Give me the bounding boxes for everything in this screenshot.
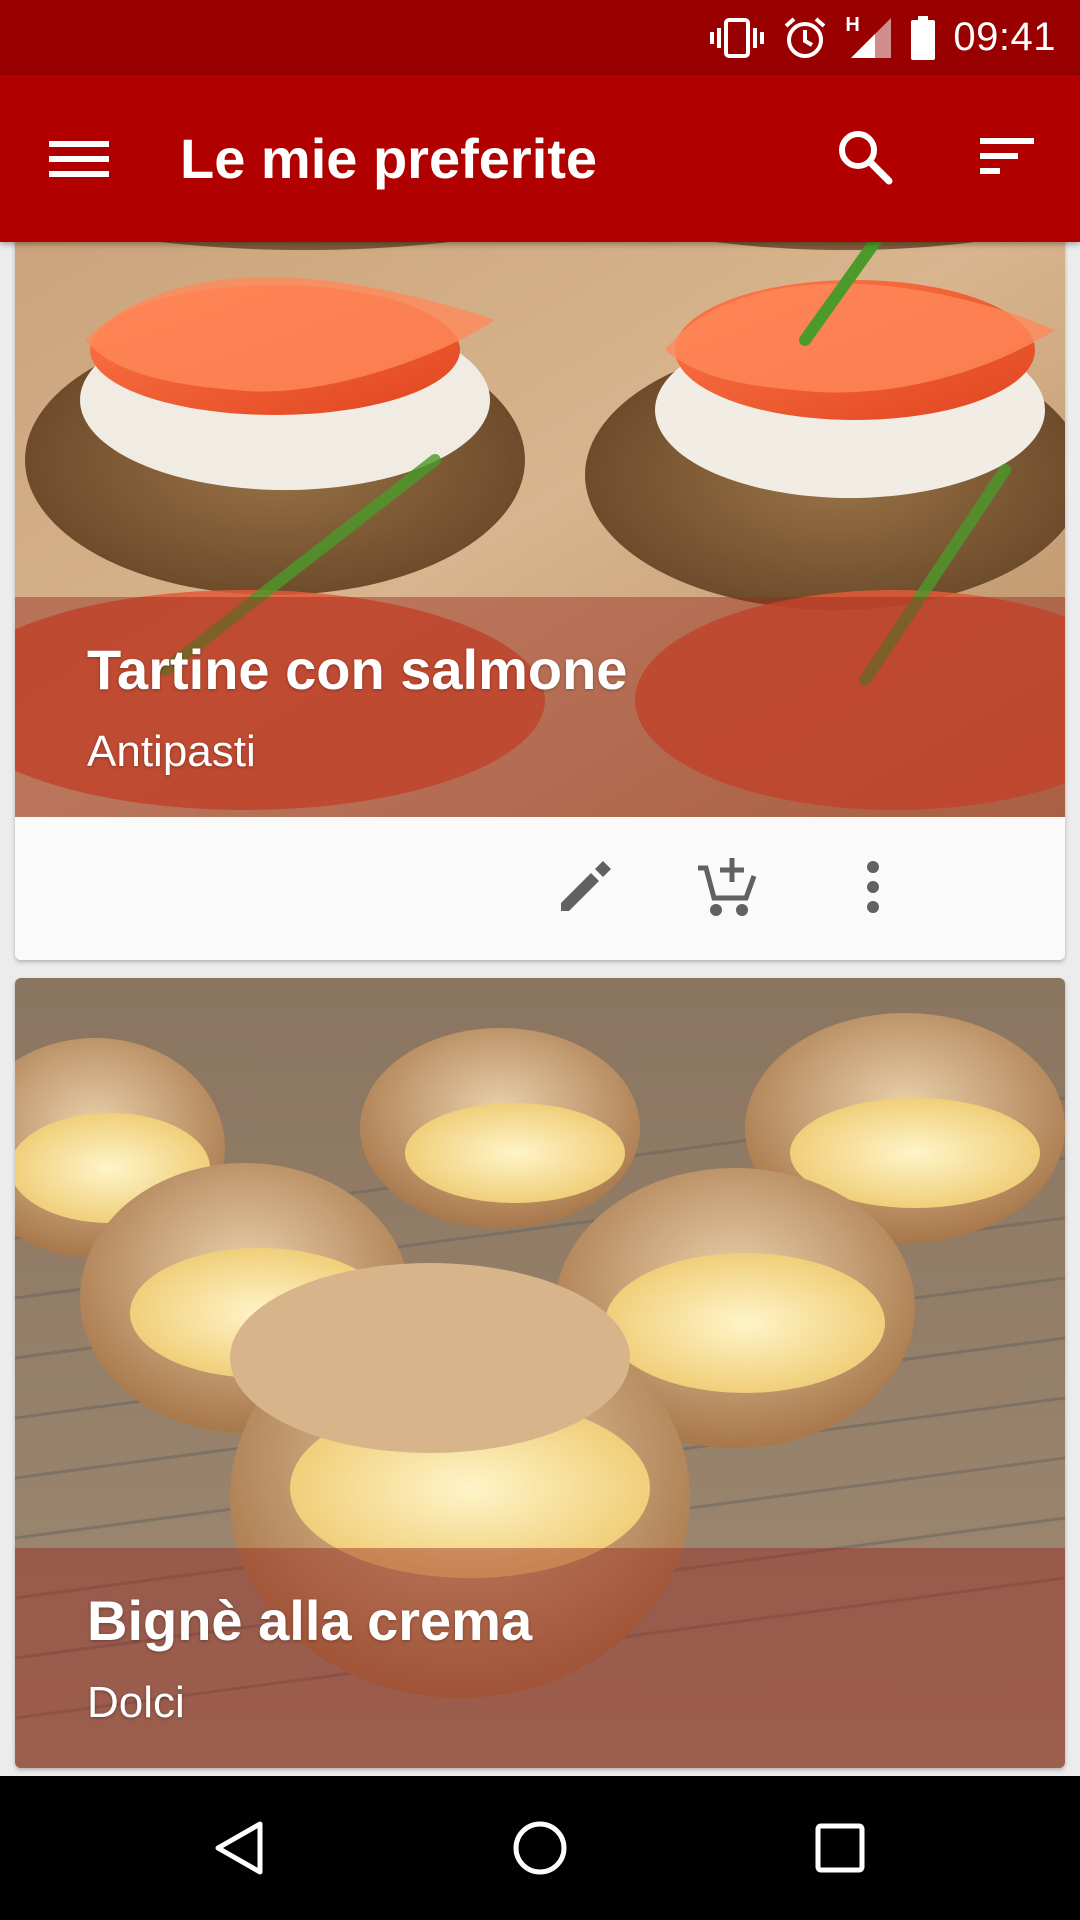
page-title: Le mie preferite — [180, 127, 598, 190]
recipe-caption: Bignè alla crema Dolci — [15, 1548, 1065, 1768]
card-actions — [15, 817, 1065, 960]
edit-button[interactable] — [545, 847, 625, 927]
sort-icon — [980, 138, 1034, 174]
recipe-photo-cream-puffs[interactable]: Bignè alla crema Dolci — [15, 978, 1065, 1768]
recents-icon — [815, 1823, 865, 1873]
recipe-category: Dolci — [87, 1678, 185, 1727]
edit-icon — [561, 861, 611, 911]
menu-icon — [49, 141, 109, 177]
status-icons: H 09:41 — [709, 0, 1056, 75]
recents-button[interactable] — [800, 1808, 880, 1888]
navigation-bar — [0, 1776, 1080, 1920]
recipe-card[interactable]: Tartine con salmone Antipasti — [15, 200, 1065, 960]
status-clock: 09:41 — [953, 15, 1056, 59]
signal-icon: H — [845, 13, 893, 60]
add-to-cart-button[interactable] — [687, 847, 767, 927]
home-icon — [513, 1821, 567, 1875]
alarm-icon — [781, 14, 829, 62]
search-icon — [839, 131, 893, 185]
home-button[interactable] — [500, 1808, 580, 1888]
recipe-photo-salmon-canapes[interactable]: Tartine con salmone Antipasti — [15, 200, 1065, 817]
sort-button[interactable] — [972, 124, 1042, 188]
back-icon — [215, 1821, 263, 1875]
vibrate-icon — [709, 16, 765, 60]
search-button[interactable] — [832, 124, 896, 188]
network-type-label: H — [845, 13, 860, 36]
recipe-title: Tartine con salmone — [87, 638, 628, 701]
status-bar: H 09:41 — [0, 0, 1080, 75]
recipe-category: Antipasti — [87, 727, 256, 776]
battery-icon — [909, 15, 937, 61]
recipe-caption: Tartine con salmone Antipasti — [15, 597, 1065, 817]
recipe-title: Bignè alla crema — [87, 1589, 533, 1652]
menu-button[interactable] — [44, 129, 114, 189]
back-button[interactable] — [200, 1808, 280, 1888]
app-bar: Le mie preferite — [0, 75, 1080, 242]
more-options-button[interactable] — [833, 847, 913, 927]
more-vert-icon — [867, 861, 879, 913]
add-to-cart-icon — [698, 858, 757, 916]
recipe-card[interactable]: Bignè alla crema Dolci — [15, 978, 1065, 1768]
